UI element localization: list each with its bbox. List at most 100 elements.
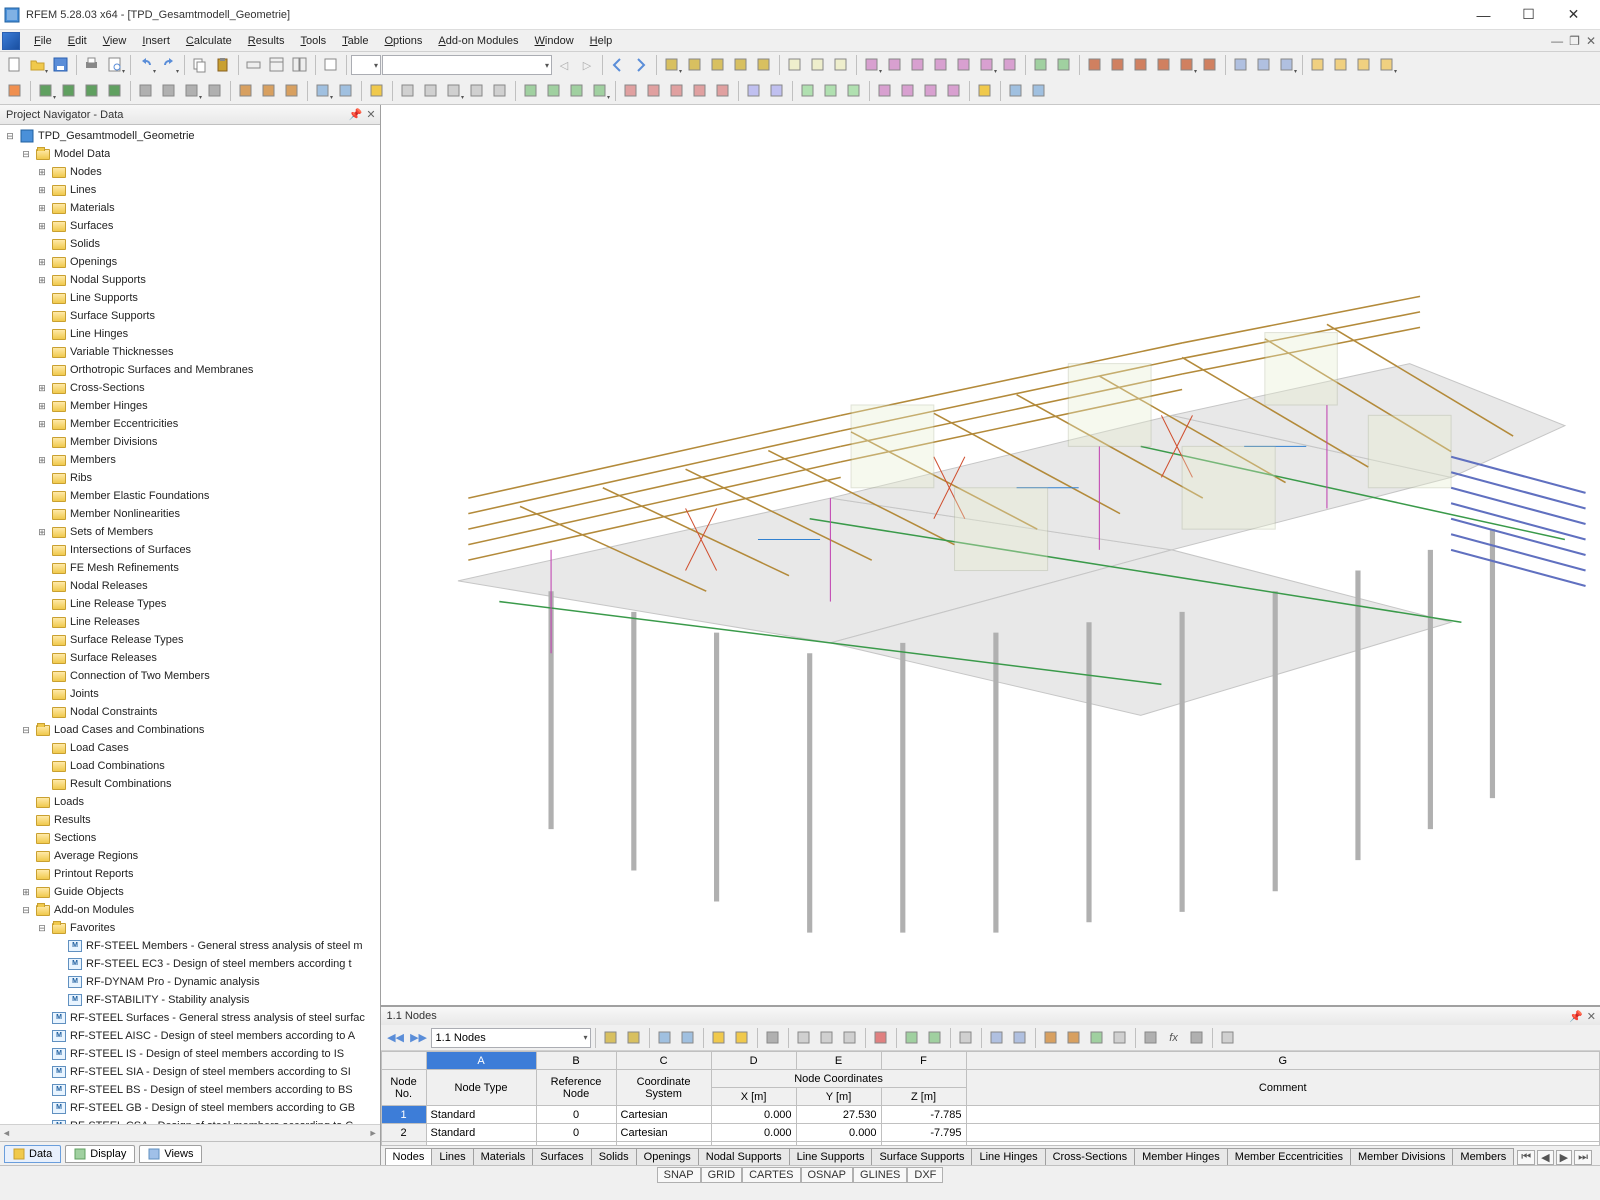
tree-guide-objects[interactable]: ⊞Guide Objects [0, 883, 380, 901]
tb2-btn-5[interactable] [104, 80, 126, 102]
tb-btn-2[interactable] [266, 54, 288, 76]
tree-sections[interactable]: Sections [0, 829, 380, 847]
tb1-btn-35[interactable] [1376, 54, 1398, 76]
menu-options[interactable]: Options [376, 32, 430, 50]
table-tab-cross-sections[interactable]: Cross-Sections [1045, 1148, 1136, 1165]
navigator-tree[interactable]: ⊟TPD_Gesamtmodell_Geometrie⊟Model Data⊞N… [0, 125, 380, 1124]
redo-button[interactable] [158, 54, 180, 76]
tree-addon-3[interactable]: MRF-STEEL SIA - Design of steel members … [0, 1063, 380, 1081]
table-combo[interactable]: 1.1 Nodes [431, 1028, 591, 1048]
tree-item-sets-of-members[interactable]: ⊞Sets of Members [0, 523, 380, 541]
tree-addon-6[interactable]: MRF-STEEL CSA - Design of steel members … [0, 1117, 380, 1124]
tree-lcc-2[interactable]: Result Combinations [0, 775, 380, 793]
open-file-button[interactable] [27, 54, 49, 76]
tree-favorites[interactable]: ⊟Favorites [0, 919, 380, 937]
tree-toggle[interactable]: ⊞ [36, 257, 48, 268]
tree-item-nodal-releases[interactable]: Nodal Releases [0, 577, 380, 595]
tree-item-fe-mesh-refinements[interactable]: FE Mesh Refinements [0, 559, 380, 577]
tree-item-member-hinges[interactable]: ⊞Member Hinges [0, 397, 380, 415]
tt-btn-34[interactable] [1217, 1027, 1239, 1049]
tb2-btn-38[interactable] [743, 80, 765, 102]
tb2-btn-39[interactable] [766, 80, 788, 102]
table-tab-line-hinges[interactable]: Line Hinges [971, 1148, 1045, 1165]
tb2-btn-52[interactable] [1005, 80, 1027, 102]
menu-add-on-modules[interactable]: Add-on Modules [430, 32, 526, 50]
tb2-btn-9[interactable] [181, 80, 203, 102]
tree-item-materials[interactable]: ⊞Materials [0, 199, 380, 217]
tree-addon-4[interactable]: MRF-STEEL BS - Design of steel members a… [0, 1081, 380, 1099]
tb2-btn-17[interactable] [335, 80, 357, 102]
table-row[interactable]: 1Standard0Cartesian0.00027.530-7.785 [381, 1106, 1599, 1124]
status-snap[interactable]: SNAP [657, 1167, 701, 1183]
table-tab-openings[interactable]: Openings [636, 1148, 699, 1165]
tt-btn-13[interactable] [839, 1027, 861, 1049]
tree-item-cross-sections[interactable]: ⊞Cross-Sections [0, 379, 380, 397]
tb-btn-4[interactable] [320, 54, 342, 76]
tb2-btn-50[interactable] [974, 80, 996, 102]
tt-btn-12[interactable] [816, 1027, 838, 1049]
tree-fav-1[interactable]: MRF-STEEL EC3 - Design of steel members … [0, 955, 380, 973]
tree-addon-5[interactable]: MRF-STEEL GB - Design of steel members a… [0, 1099, 380, 1117]
tree-item-intersections-of-surfaces[interactable]: Intersections of Surfaces [0, 541, 380, 559]
hdr-cs[interactable]: Coordinate System [616, 1070, 711, 1106]
tt-btn-30[interactable] [1140, 1027, 1162, 1049]
tb1-btn-3[interactable] [730, 54, 752, 76]
table-close-button[interactable]: ✕ [1587, 1010, 1596, 1023]
tb2-btn-34[interactable] [666, 80, 688, 102]
tree-toggle[interactable]: ⊟ [20, 905, 32, 916]
tt-btn-17[interactable] [901, 1027, 923, 1049]
pin-icon[interactable]: 📌 [349, 108, 363, 121]
tb2-btn-4[interactable] [81, 80, 103, 102]
tb2-btn-32[interactable] [620, 80, 642, 102]
menu-table[interactable]: Table [334, 32, 376, 50]
tree-addon-2[interactable]: MRF-STEEL IS - Design of steel members a… [0, 1045, 380, 1063]
tt-btn-7[interactable] [731, 1027, 753, 1049]
col-A[interactable]: A [426, 1052, 536, 1070]
tree-item-solids[interactable]: Solids [0, 235, 380, 253]
tb2-btn-21[interactable] [397, 80, 419, 102]
combo-1[interactable] [351, 55, 381, 75]
tb2-btn-13[interactable] [258, 80, 280, 102]
tb1-btn-8[interactable] [830, 54, 852, 76]
tb2-btn-27[interactable] [520, 80, 542, 102]
tree-item-orthotropic-surfaces-and-membranes[interactable]: Orthotropic Surfaces and Membranes [0, 361, 380, 379]
tb1-btn-7[interactable] [807, 54, 829, 76]
tree-toggle[interactable]: ⊟ [20, 725, 32, 736]
tree-toggle[interactable]: ⊟ [4, 131, 16, 142]
tb1-btn-34[interactable] [1353, 54, 1375, 76]
tree-lcc-1[interactable]: Load Combinations [0, 757, 380, 775]
tb1-btn-18[interactable] [1030, 54, 1052, 76]
tt-btn-9[interactable] [762, 1027, 784, 1049]
tree-toggle[interactable]: ⊞ [36, 527, 48, 538]
3d-viewport[interactable] [381, 105, 1600, 1005]
tb1-btn-16[interactable] [999, 54, 1021, 76]
table-tab-nav[interactable]: ⏮ [1517, 1150, 1535, 1165]
table-pin-icon[interactable]: 📌 [1569, 1010, 1583, 1023]
tree-toggle[interactable]: ⊟ [36, 923, 48, 934]
tb1-btn-19[interactable] [1053, 54, 1075, 76]
tt-btn-32[interactable] [1186, 1027, 1208, 1049]
tb2-btn-14[interactable] [281, 80, 303, 102]
table-tab-nav[interactable]: ▶ [1556, 1150, 1572, 1165]
tb2-btn-41[interactable] [797, 80, 819, 102]
tree-item-nodal-supports[interactable]: ⊞Nodal Supports [0, 271, 380, 289]
tree-item-joints[interactable]: Joints [0, 685, 380, 703]
tb2-btn-7[interactable] [135, 80, 157, 102]
tree-model-data[interactable]: ⊟Model Data [0, 145, 380, 163]
tree-item-members[interactable]: ⊞Members [0, 451, 380, 469]
status-cartes[interactable]: CARTES [742, 1167, 800, 1183]
tb1-btn-32[interactable] [1307, 54, 1329, 76]
tree-addon-1[interactable]: MRF-STEEL AISC - Design of steel members… [0, 1027, 380, 1045]
tb2-btn-43[interactable] [843, 80, 865, 102]
menu-calculate[interactable]: Calculate [178, 32, 240, 50]
tree-addon-0[interactable]: MRF-STEEL Surfaces - General stress anal… [0, 1009, 380, 1027]
tt-btn-6[interactable] [708, 1027, 730, 1049]
tb2-btn-46[interactable] [897, 80, 919, 102]
table-tab-surfaces[interactable]: Surfaces [532, 1148, 591, 1165]
menu-view[interactable]: View [95, 32, 135, 50]
mdi-minimize-button[interactable]: — [1551, 34, 1563, 48]
print-button[interactable] [81, 54, 103, 76]
status-osnap[interactable]: OSNAP [801, 1167, 854, 1183]
table-tab-surface-supports[interactable]: Surface Supports [871, 1148, 972, 1165]
tb1-btn-15[interactable] [976, 54, 998, 76]
